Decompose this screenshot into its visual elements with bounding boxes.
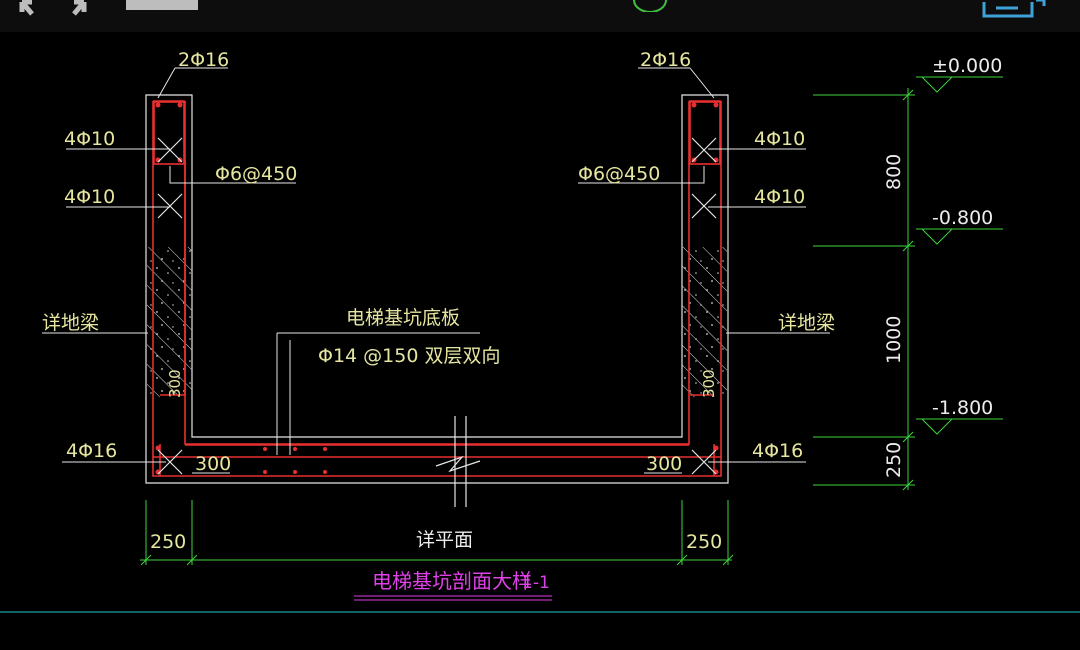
dim-1000-label: 1000: [883, 316, 905, 364]
left-upper-bars-label: 4Φ10: [64, 128, 115, 150]
elevation-minus-1-8-label: -1.800: [932, 397, 993, 419]
elevation-dimension-lines: [813, 76, 1003, 491]
right-ground-beam-label: 详地梁: [778, 312, 835, 334]
x-markers: [157, 137, 717, 475]
right-inner-dim-label: 300: [646, 453, 682, 475]
left-ground-beam-label: 详地梁: [42, 312, 99, 334]
section-id-label: 1-1: [522, 573, 550, 593]
dim-250-label: 250: [883, 442, 905, 478]
right-corner-bars-label: 4Φ16: [752, 440, 803, 462]
rebar-dots: [155, 102, 719, 475]
left-tie-label: Φ6@450: [215, 163, 297, 185]
slab-rebar-label: Φ14 @150 双层双向: [318, 345, 500, 367]
right-wall-thickness-label: 300: [700, 369, 718, 398]
pit-outline: [145, 94, 729, 484]
title-underline: [354, 595, 552, 601]
drawing-title: 电梯基坑剖面大样: [372, 569, 532, 593]
left-wall-thickness-label: 300: [166, 369, 184, 398]
rebar-lines: [152, 100, 722, 477]
elevator-pit-section-drawing: 2Φ16 4Φ10 4Φ10 Φ6@450 详地梁 4Φ16 300 250 2…: [0, 49, 1080, 613]
right-tie-label: Φ6@450: [578, 163, 660, 185]
plan-reference-label: 详平面: [416, 529, 473, 551]
right-width-dim-label: 250: [686, 531, 722, 553]
dim-800-label: 800: [883, 154, 905, 190]
right-upper-bars-label: 4Φ10: [754, 128, 805, 150]
right-lower-bars-label: 4Φ10: [754, 186, 805, 208]
break-line: [435, 416, 481, 507]
left-top-bar-label: 2Φ16: [178, 49, 229, 71]
elevation-minus-0-8-label: -0.800: [932, 207, 993, 229]
left-lower-bars-label: 4Φ10: [64, 186, 115, 208]
left-corner-bars-label: 4Φ16: [66, 440, 117, 462]
slab-name-label: 电梯基坑底板: [346, 307, 460, 329]
right-top-bar-label: 2Φ16: [640, 49, 691, 71]
elevation-0-label: ±0.000: [932, 55, 1002, 77]
left-width-dim-label: 250: [150, 531, 186, 553]
left-inner-dim-label: 300: [195, 453, 231, 475]
